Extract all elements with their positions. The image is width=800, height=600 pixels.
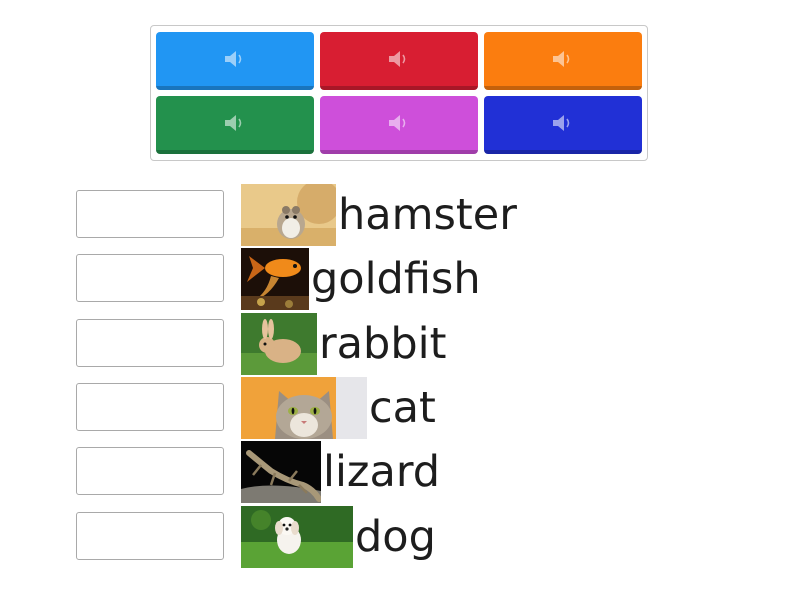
audio-tile-orange[interactable] [484,32,642,90]
speaker-icon [389,115,406,131]
lizard-image [241,441,321,503]
audio-tile-panel [150,25,648,161]
goldfish-image [241,248,309,310]
audio-tile-red[interactable] [320,32,478,90]
speaker-icon [225,115,242,131]
audio-tile-purple[interactable] [320,96,478,154]
drop-target[interactable] [76,254,224,302]
drop-target[interactable] [76,319,224,367]
item-word: hamster [338,190,517,240]
hamster-image [241,184,336,246]
item-word: goldfish [311,254,481,304]
drop-target[interactable] [76,512,224,560]
drop-target[interactable] [76,383,224,431]
drop-target[interactable] [76,447,224,495]
cat-image [241,377,367,439]
audio-tile-navy[interactable] [484,96,642,154]
speaker-icon [553,51,570,67]
speaker-icon [389,51,406,67]
rabbit-image [241,313,317,375]
item-word: cat [369,383,436,433]
audio-tile-blue[interactable] [156,32,314,90]
speaker-icon [553,115,570,131]
drop-target[interactable] [76,190,224,238]
speaker-icon [225,51,242,67]
item-word: lizard [323,447,441,497]
item-word: rabbit [319,319,447,369]
audio-tile-green[interactable] [156,96,314,154]
dog-image [241,506,353,568]
item-word: dog [355,512,436,562]
